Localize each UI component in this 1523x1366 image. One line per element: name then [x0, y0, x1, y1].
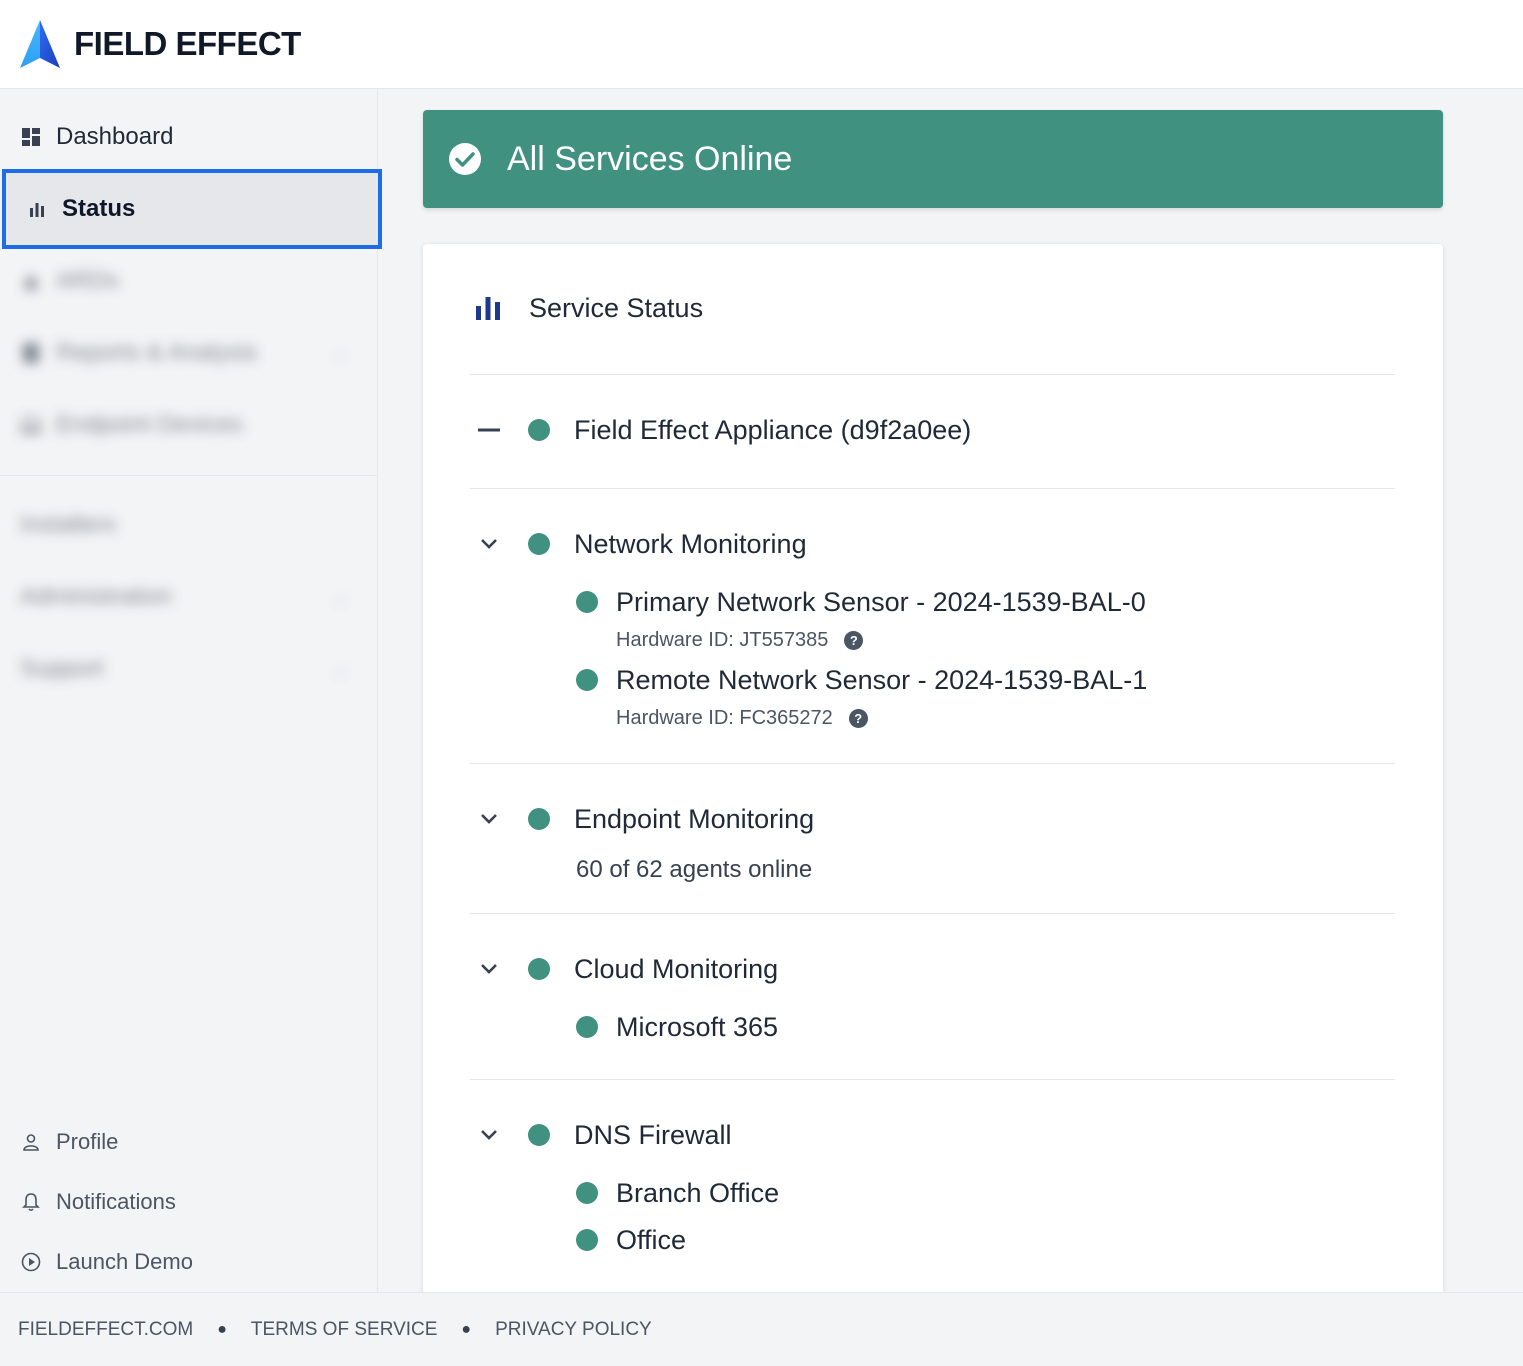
bar-chart-icon [476, 297, 500, 320]
sidebar-item-label: ARDs [56, 267, 119, 294]
footer-link-fieldeffect[interactable]: FIELDEFFECT.COM [18, 1319, 193, 1341]
sub-service-remote-sensor: Remote Network Sensor - 2024-1539-BAL-1 [576, 663, 1147, 697]
dashboard-grid-icon [20, 126, 42, 148]
divider [470, 913, 1395, 914]
chevron-down-icon[interactable] [475, 955, 503, 983]
user-icon [20, 1131, 42, 1153]
chevron-down-icon[interactable] [475, 1121, 503, 1149]
brand-name: FIELD EFFECT [74, 25, 301, 62]
sidebar-divider [0, 475, 378, 476]
status-dot [528, 533, 550, 555]
status-dot [528, 958, 550, 980]
sub-service-branch-office: Branch Office [576, 1176, 779, 1210]
status-dot [576, 1016, 598, 1038]
sidebar-item-label: Reports & Analysis [56, 339, 258, 366]
service-status-card: Service Status Field Effect Appliance (d… [423, 244, 1443, 1304]
bullet-separator: ● [461, 1320, 472, 1338]
bar-chart-icon [26, 198, 48, 220]
all-services-banner: All Services Online [423, 110, 1443, 208]
hardware-id: Hardware ID: FC365272 [616, 706, 833, 729]
status-dot [576, 591, 598, 613]
service-row-cloud-monitoring: Cloud Monitoring [475, 952, 778, 986]
divider [470, 1079, 1395, 1080]
alert-icon [20, 270, 42, 292]
check-circle-icon [449, 143, 481, 175]
service-row-dns-firewall: DNS Firewall [475, 1118, 732, 1152]
service-label: DNS Firewall [574, 1119, 732, 1150]
sidebar-item-administration[interactable]: Administration ⌄ [0, 561, 378, 633]
sidebar-link-label: Notifications [56, 1189, 176, 1214]
status-dot [528, 808, 550, 830]
service-row-appliance: Field Effect Appliance (d9f2a0ee) [475, 413, 971, 447]
sidebar-item-installers[interactable]: Installers [0, 489, 378, 561]
service-label: Endpoint Monitoring [574, 803, 815, 834]
chevron-down-icon[interactable] [475, 530, 503, 558]
chevron-down-icon: ⌄ [332, 342, 348, 363]
sidebar-item-label: Dashboard [56, 123, 174, 150]
sub-service-label: Microsoft 365 [616, 1011, 779, 1042]
card-header: Service Status [475, 290, 703, 326]
hardware-id-row: Hardware ID: JT557385 ? [616, 627, 864, 653]
sidebar: Dashboard Status ARDs Reports & Analysis… [0, 89, 382, 1292]
footer: FIELDEFFECT.COM ● TERMS OF SERVICE ● PRI… [0, 1292, 1523, 1366]
sidebar-item-label: Status [62, 195, 136, 222]
sub-service-label: Office [616, 1224, 687, 1255]
footer-link-terms[interactable]: TERMS OF SERVICE [251, 1319, 438, 1341]
sub-service-label: Remote Network Sensor - 2024-1539-BAL-1 [616, 664, 1148, 695]
status-dot [528, 419, 550, 441]
sidebar-item-label: Support [20, 655, 105, 682]
sidebar-item-status[interactable]: Status [2, 169, 382, 249]
sidebar-link-launch-demo[interactable]: Launch Demo [0, 1237, 378, 1287]
sub-service-label: Primary Network Sensor - 2024-1539-BAL-0 [616, 586, 1146, 617]
status-dot [576, 669, 598, 691]
service-label: Network Monitoring [574, 528, 807, 559]
sidebar-link-profile[interactable]: Profile [0, 1117, 378, 1167]
sidebar-item-label: Installers [20, 511, 117, 538]
help-icon[interactable]: ? [848, 708, 868, 728]
sub-service-label: Branch Office [616, 1177, 780, 1208]
divider [470, 763, 1395, 764]
field-effect-logo-icon[interactable] [18, 18, 62, 70]
bullet-separator: ● [217, 1320, 227, 1338]
sub-service-office: Office [576, 1223, 686, 1257]
hardware-id-row: Hardware ID: FC365272 ? [616, 705, 868, 731]
chevron-down-icon[interactable] [475, 805, 503, 833]
bell-icon [20, 1191, 42, 1213]
footer-link-privacy[interactable]: PRIVACY POLICY [495, 1319, 652, 1341]
report-icon [20, 342, 42, 364]
sub-service-primary-sensor: Primary Network Sensor - 2024-1539-BAL-0 [576, 585, 1146, 619]
service-label: Cloud Monitoring [574, 953, 779, 984]
sub-service-microsoft-365: Microsoft 365 [576, 1010, 778, 1044]
banner-text: All Services Online [507, 139, 793, 178]
app-header: FIELD EFFECT [0, 0, 1523, 89]
sidebar-item-ards[interactable]: ARDs [0, 245, 378, 317]
agents-online-text: 60 of 62 agents online [576, 856, 813, 883]
sidebar-item-label: Administration [20, 583, 173, 610]
sidebar-item-reports[interactable]: Reports & Analysis ⌄ [0, 317, 378, 389]
laptop-icon [20, 414, 42, 436]
sidebar-item-support[interactable]: Support ⌄ [0, 633, 378, 705]
sidebar-link-label: Launch Demo [56, 1249, 193, 1274]
play-circle-icon [20, 1251, 42, 1273]
sidebar-item-endpoint-devices[interactable]: Endpoint Devices [0, 389, 378, 461]
sidebar-item-label: Endpoint Devices [56, 411, 243, 438]
status-dot [576, 1182, 598, 1204]
hardware-id: Hardware ID: JT557385 [616, 628, 829, 651]
sidebar-link-notifications[interactable]: Notifications [0, 1177, 378, 1227]
status-dot [528, 1124, 550, 1146]
divider [470, 374, 1395, 375]
divider [470, 488, 1395, 489]
collapse-icon[interactable] [475, 416, 503, 444]
service-label: Field Effect Appliance (d9f2a0ee) [574, 414, 972, 445]
service-row-network-monitoring: Network Monitoring [475, 527, 807, 561]
sidebar-item-dashboard[interactable]: Dashboard [0, 101, 378, 173]
card-title: Service Status [529, 292, 704, 323]
service-row-endpoint-monitoring: Endpoint Monitoring [475, 802, 814, 836]
chevron-down-icon: ⌄ [332, 658, 348, 679]
sidebar-link-label: Profile [56, 1129, 119, 1154]
chevron-down-icon: ⌄ [332, 586, 348, 607]
status-dot [576, 1229, 598, 1251]
help-icon[interactable]: ? [844, 630, 864, 650]
